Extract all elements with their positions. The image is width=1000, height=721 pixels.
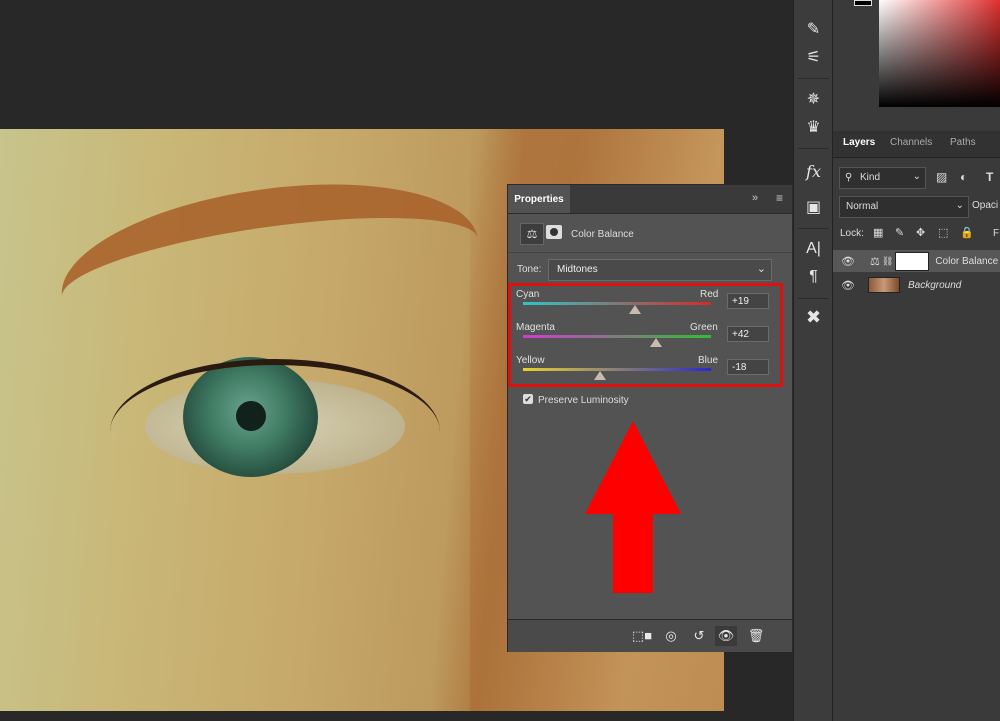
layer-thumbnail bbox=[868, 277, 900, 293]
layers-panel-tabs: Layers Channels Paths bbox=[833, 131, 1000, 158]
visibility-eye-icon[interactable]: 👁 bbox=[838, 279, 858, 292]
adjustment-title: Color Balance bbox=[571, 229, 634, 240]
lock-all-icon[interactable]: 🔒 bbox=[960, 226, 974, 239]
image-filter-icon[interactable]: ▨ bbox=[936, 170, 947, 184]
adjustments-icon[interactable]: ▣ bbox=[801, 196, 826, 218]
photo-eyebrow bbox=[51, 160, 489, 376]
tone-select[interactable]: Midtones ⌄ bbox=[548, 259, 772, 281]
toggle-visibility-icon[interactable]: 👁 bbox=[715, 626, 737, 646]
divider bbox=[798, 78, 829, 79]
chevron-down-icon: ⌄ bbox=[912, 171, 921, 182]
kind-label: Kind bbox=[860, 172, 881, 183]
link-icon: ⛓ bbox=[881, 255, 894, 266]
layer-name: Background bbox=[908, 279, 962, 291]
brush-presets-icon[interactable]: ✎ bbox=[801, 18, 826, 40]
layer-filter-kind-select[interactable]: ⚲ Kind ⌄ bbox=[839, 167, 926, 189]
lock-transparent-icon[interactable]: ▦ bbox=[873, 226, 883, 239]
properties-panel-footer: ⬚■ ◎ ↺ 👁 🗑 bbox=[508, 619, 792, 652]
right-dock bbox=[832, 0, 1000, 721]
blend-mode-select[interactable]: Normal ⌄ bbox=[839, 196, 969, 218]
divider bbox=[798, 148, 829, 149]
tab-properties[interactable]: Properties bbox=[508, 185, 570, 213]
lock-label: Lock: bbox=[840, 228, 864, 239]
color-balance-layer-icon: ⚖ bbox=[870, 255, 880, 268]
layer-row-background[interactable]: 👁 Background bbox=[833, 274, 1000, 296]
photo-eyelid bbox=[110, 359, 440, 505]
tone-value: Midtones bbox=[557, 264, 598, 275]
layer-row-color-balance[interactable]: 👁 ⚖ ⛓ Color Balance bbox=[833, 250, 1000, 272]
lock-position-icon[interactable]: ✥ bbox=[916, 226, 925, 239]
visibility-eye-icon[interactable]: 👁 bbox=[838, 255, 858, 268]
blend-mode-value: Normal bbox=[846, 201, 879, 212]
paragraph-icon[interactable]: ¶ bbox=[801, 266, 826, 288]
adjustment-filter-icon[interactable]: ◐ bbox=[960, 170, 967, 184]
foreground-color-chip[interactable] bbox=[854, 0, 872, 6]
clone-source-icon[interactable]: ✵ bbox=[801, 88, 826, 110]
chevron-down-icon: ⌄ bbox=[955, 200, 964, 211]
lock-pixels-icon[interactable]: ✎ bbox=[895, 226, 904, 239]
reset-icon[interactable]: ↺ bbox=[688, 626, 710, 646]
tab-channels[interactable]: Channels bbox=[890, 137, 932, 148]
balance-scale-icon[interactable]: ⚖ bbox=[520, 223, 544, 245]
preserve-luminosity-label: Preserve Luminosity bbox=[538, 395, 629, 406]
tone-label: Tone: bbox=[517, 264, 542, 275]
search-icon: ⚲ bbox=[845, 172, 853, 183]
character-icon[interactable]: A| bbox=[801, 238, 826, 260]
collapse-panel-icon[interactable]: » bbox=[752, 192, 758, 204]
divider bbox=[798, 298, 829, 299]
histogram-icon[interactable]: ♛ bbox=[801, 116, 826, 138]
layer-name: Color Balance bbox=[935, 255, 999, 267]
fill-label: F bbox=[993, 228, 1000, 239]
preserve-luminosity-checkbox[interactable]: ✔ bbox=[523, 394, 533, 404]
tab-paths[interactable]: Paths bbox=[950, 137, 976, 148]
tool-presets-icon[interactable]: ✖ bbox=[801, 306, 826, 328]
layer-mask-thumbnail[interactable] bbox=[895, 251, 930, 271]
annotation-arrow-icon bbox=[585, 421, 681, 593]
clip-to-layer-icon[interactable]: ⬚■ bbox=[631, 626, 653, 646]
brush-settings-icon[interactable]: ⚟ bbox=[801, 46, 826, 68]
properties-panel: Properties » ≡ ⚖ Color Balance Tone: Mid… bbox=[507, 184, 793, 652]
divider bbox=[798, 228, 829, 229]
properties-panel-header: Properties » ≡ bbox=[508, 185, 792, 214]
mask-icon[interactable] bbox=[546, 225, 562, 239]
annotation-highlight-box bbox=[508, 283, 783, 387]
type-filter-icon[interactable]: T bbox=[986, 170, 993, 184]
color-picker-field[interactable] bbox=[879, 0, 1000, 107]
opacity-label: Opaci bbox=[972, 200, 999, 211]
panel-icon-strip: ✎ ⚟ ✵ ♛ fx ▣ A| ¶ ✖ bbox=[793, 0, 833, 721]
delete-icon[interactable]: 🗑 bbox=[745, 626, 767, 646]
chevron-down-icon: ⌄ bbox=[756, 263, 766, 275]
view-previous-state-icon[interactable]: ◎ bbox=[660, 626, 682, 646]
tab-layers[interactable]: Layers bbox=[843, 137, 875, 148]
divider bbox=[508, 252, 792, 253]
lock-artboard-icon[interactable]: ⬚ bbox=[938, 226, 948, 239]
styles-fx-icon[interactable]: fx bbox=[801, 160, 826, 182]
panel-menu-icon[interactable]: ≡ bbox=[776, 191, 783, 205]
